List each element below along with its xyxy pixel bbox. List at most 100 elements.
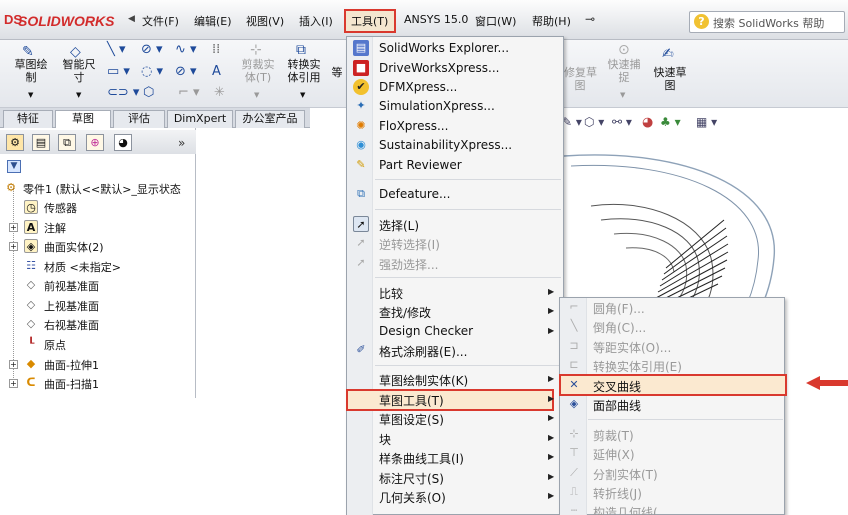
menu-item-design-checker[interactable]: Design Checker xyxy=(379,324,473,338)
menu-item-solidworks-explorer[interactable]: SolidWorks Explorer... xyxy=(379,41,509,55)
expand-icon[interactable]: + xyxy=(9,242,18,251)
filter-icon[interactable]: ▼ xyxy=(7,160,21,173)
tree-item-front-plane[interactable]: ◇ 前视基准面 xyxy=(0,276,196,294)
part-reviewer-icon: ✎ xyxy=(356,158,366,171)
tab-sketch[interactable]: 草图 xyxy=(55,110,111,129)
display-style-icon[interactable]: ⚯ ▾ xyxy=(612,115,632,129)
menu-item-dimensions[interactable]: 标注尺寸(S) xyxy=(379,470,444,487)
menu-item-format-painter[interactable]: 格式涂刷器(E)... xyxy=(379,343,467,360)
chevron-down-icon[interactable]: ▼ xyxy=(300,91,305,99)
chevron-down-icon: ▼ xyxy=(620,91,626,99)
arc-icon[interactable]: ◌ ▾ xyxy=(141,64,163,79)
scene-icon[interactable]: ♣ ▾ xyxy=(660,115,681,129)
grid-icon[interactable]: ⁞⁞ xyxy=(212,42,220,57)
menu-item-find-modify[interactable]: 查找/修改 xyxy=(379,304,431,321)
configuration-manager-icon[interactable]: ⧉ xyxy=(58,134,76,151)
power-select-icon: ➚ xyxy=(356,256,366,269)
menu-item-sketch-tools[interactable]: 草图工具(T) xyxy=(379,392,444,409)
menu-item-defeature[interactable]: Defeature... xyxy=(379,187,450,201)
sustainabilityxpress-icon: ◉ xyxy=(356,138,366,151)
tree-item-material[interactable]: ☷ 材质 <未指定> xyxy=(0,257,196,275)
fillet-icon: ⌐ ▾ xyxy=(178,85,200,100)
sketch-tools-highlight xyxy=(346,389,554,411)
polygon-icon[interactable]: ⬡ xyxy=(143,85,154,100)
menu-insert[interactable]: 插入(I) xyxy=(299,13,333,29)
menu-item-sketch-entities[interactable]: 草图绘制实体(K) xyxy=(379,372,468,389)
submenu-item-split-entities: 分割实体(T) xyxy=(593,468,658,482)
menu-item-floxpress[interactable]: FloXpress... xyxy=(379,119,448,133)
submenu-arrow-icon: ▶ xyxy=(548,413,555,422)
section-view-icon[interactable]: ✎ ▾ xyxy=(562,115,582,129)
tree-item-label: 右视基准面 xyxy=(44,319,99,332)
view-orientation-icon[interactable]: ⬡ ▾ xyxy=(584,115,604,129)
tab-features[interactable]: 特征 xyxy=(3,110,53,128)
convert-entities-button[interactable]: 转换实 体引用 xyxy=(282,58,326,84)
menu-flyout-arrow-icon[interactable]: ◀ xyxy=(128,14,135,24)
display-manager-icon[interactable]: ◕ xyxy=(114,134,132,151)
feature-tree-tab-icon[interactable]: ⚙ xyxy=(6,134,24,151)
submenu-item-intersection-curve[interactable]: 交叉曲线 xyxy=(593,378,641,395)
convert-entities-icon[interactable]: ⧉ xyxy=(296,42,306,58)
rapid-sketch-button[interactable]: 快速草 图 xyxy=(648,66,692,92)
submenu-item-offset-entities: 等距实体(O)... xyxy=(593,341,672,355)
rapid-sketch-icon[interactable]: ✍ xyxy=(662,46,674,62)
tree-item-origin[interactable]: ┖ 原点 xyxy=(0,335,196,353)
menu-view[interactable]: 视图(V) xyxy=(246,13,284,29)
quick-snaps-icon: ⊙ xyxy=(618,42,630,58)
intersection-curve-icon: ✕ xyxy=(569,378,579,391)
menu-item-spline-tools[interactable]: 样条曲线工具(I) xyxy=(379,450,464,467)
property-manager-icon[interactable]: ▤ xyxy=(32,134,50,151)
origin-icon: ┖ xyxy=(27,337,35,350)
expand-panel-icon[interactable]: » xyxy=(178,136,185,150)
menu-window[interactable]: 窗口(W) xyxy=(475,13,516,29)
pin-icon[interactable]: ⊸ xyxy=(585,12,595,26)
expand-icon[interactable]: + xyxy=(9,360,18,369)
tab-dimxpert[interactable]: DimXpert xyxy=(167,110,233,128)
dimxpert-manager-icon[interactable]: ⊕ xyxy=(86,134,104,151)
menu-item-relations[interactable]: 几何关系(O) xyxy=(379,489,446,506)
spline-icon[interactable]: ∿ ▾ xyxy=(175,42,197,57)
tree-item-sensors[interactable]: ◷ 传感器 xyxy=(0,198,196,216)
expand-icon[interactable]: + xyxy=(9,223,18,232)
menu-item-dfmxpress[interactable]: DFMXpress... xyxy=(379,80,457,94)
offset-entities-button[interactable]: 等 xyxy=(330,66,344,79)
menu-item-simulationxpress[interactable]: SimulationXpress... xyxy=(379,99,495,113)
tree-item-top-plane[interactable]: ◇ 上视基准面 xyxy=(0,296,196,314)
submenu-item-jog-line: 转折线(J) xyxy=(593,487,642,501)
smart-dimension-button[interactable]: 智能尺 寸 xyxy=(58,58,100,84)
menu-item-part-reviewer[interactable]: Part Reviewer xyxy=(379,158,462,172)
menu-item-sustainabilityxpress[interactable]: SustainabilityXpress... xyxy=(379,138,512,152)
line-icon[interactable]: ╲ ▾ xyxy=(107,42,125,57)
menu-item-driveworksxpress[interactable]: DriveWorksXpress... xyxy=(379,61,499,75)
menu-help[interactable]: 帮助(H) xyxy=(532,13,571,29)
menu-ansys[interactable]: ANSYS 15.0 xyxy=(404,13,468,26)
circle-icon[interactable]: ⊘ ▾ xyxy=(141,42,163,57)
menu-item-select[interactable]: 选择(L) xyxy=(379,217,419,234)
appearance-icon[interactable]: ◕ xyxy=(642,115,653,130)
tree-root[interactable]: ⚙ 零件1 (默认<<默认>_显示状态 xyxy=(0,179,196,197)
view-settings-icon[interactable]: ▦ ▾ xyxy=(696,115,717,129)
tab-office-products[interactable]: 办公室产品 xyxy=(235,110,305,128)
expand-icon[interactable]: + xyxy=(9,379,18,388)
tree-item-surface-sweep[interactable]: + ᑕ 曲面-扫描1 xyxy=(0,374,196,392)
annotation-arrow-icon xyxy=(806,376,848,390)
tree-item-surface-bodies[interactable]: + ◈ 曲面实体(2) xyxy=(0,237,196,255)
menu-item-sketch-settings[interactable]: 草图设定(S) xyxy=(379,411,444,428)
ellipse-icon[interactable]: ⊘ ▾ xyxy=(175,64,197,79)
tree-item-surface-extrude[interactable]: + ◆ 曲面-拉伸1 xyxy=(0,355,196,373)
tab-evaluate[interactable]: 评估 xyxy=(113,110,165,128)
text-icon[interactable]: A xyxy=(212,64,221,79)
tree-item-right-plane[interactable]: ◇ 右视基准面 xyxy=(0,315,196,333)
rectangle-icon[interactable]: ▭ ▾ xyxy=(107,64,130,79)
chevron-down-icon[interactable]: ▼ xyxy=(76,91,81,99)
sketch-button[interactable]: 草图绘 制 xyxy=(10,58,52,84)
menu-tools[interactable]: 工具(T) xyxy=(351,13,388,29)
menu-edit[interactable]: 编辑(E) xyxy=(194,13,232,29)
slot-icon[interactable]: ⊂⊃ ▾ xyxy=(107,85,139,100)
tree-item-annotations[interactable]: + A 注解 xyxy=(0,218,196,236)
menu-item-compare[interactable]: 比较 xyxy=(379,285,403,302)
chevron-down-icon[interactable]: ▼ xyxy=(28,91,33,99)
menu-item-blocks[interactable]: 块 xyxy=(379,431,391,448)
submenu-item-face-curves[interactable]: 面部曲线 xyxy=(593,397,641,414)
menu-file[interactable]: 文件(F) xyxy=(142,13,179,29)
